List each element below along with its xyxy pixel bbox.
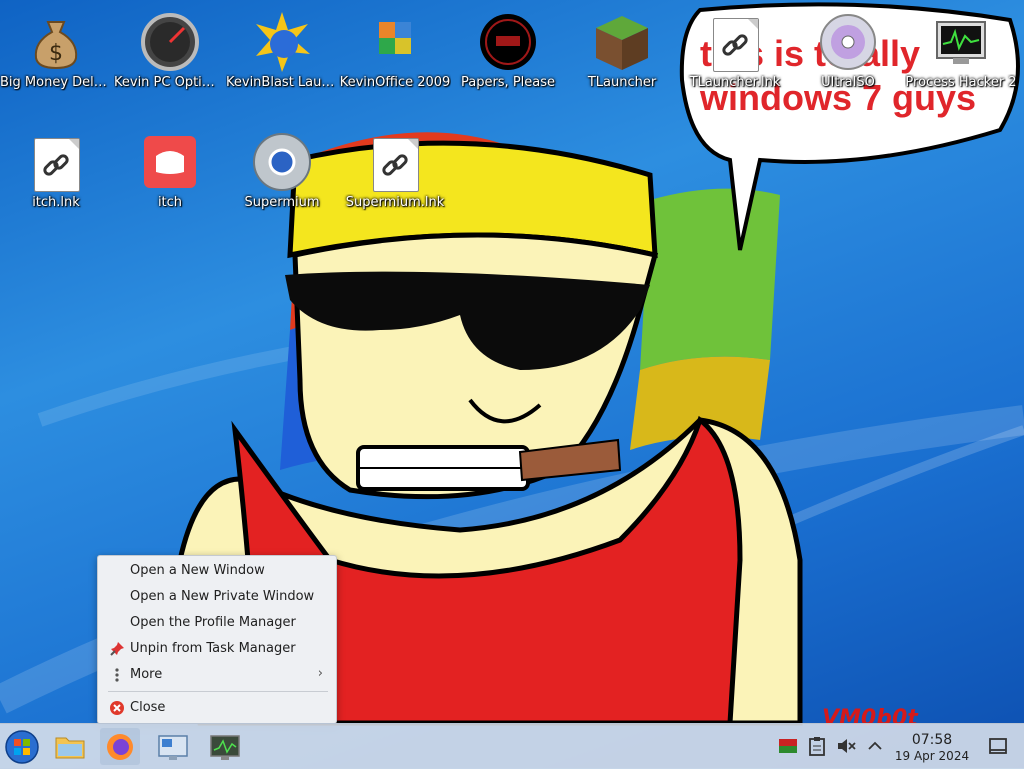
system-monitor-icon (210, 735, 240, 760)
desktop-icon-label: Supermium.lnk (345, 195, 445, 210)
menu-item-label: More (130, 667, 163, 682)
taskbar-file-manager[interactable] (50, 728, 90, 765)
desktop-icon-label: UltraISO (821, 75, 875, 90)
taskbar-firefox[interactable] (100, 728, 140, 765)
desktop-icon-kevin-pc-optimizer[interactable]: Kevin PC Optimizer Ho… (114, 6, 226, 106)
clock-date[interactable]: 19 Apr 2024 (890, 749, 974, 763)
desktop-icon-label: Big Money Deluxe (0, 75, 112, 90)
desktop-icon-kevinoffice-2009[interactable]: KevinOffice 2009 (339, 6, 451, 106)
close-icon (109, 700, 125, 716)
itch-controller-icon (140, 132, 200, 192)
money-bag-icon: $ (26, 12, 86, 72)
menu-item-label: Open a New Private Window (130, 589, 315, 604)
taskbar-system-settings[interactable] (153, 728, 193, 765)
office-logo-icon (365, 12, 425, 72)
taskbar-context-menu: Open a New Window Open a New Private Win… (97, 555, 337, 724)
desktop-icon-label: Kevin PC Optimizer Ho… (114, 75, 226, 90)
desktop-icon-big-money-deluxe[interactable]: $ Big Money Deluxe (0, 6, 112, 106)
desktop-icon-papers-please[interactable]: Papers, Please (452, 6, 564, 106)
chevron-right-icon: › (317, 666, 323, 681)
desktop-icon-itch-lnk[interactable]: itch.lnk (0, 126, 112, 226)
papers-please-seal-icon (478, 12, 538, 72)
shortcut-link-icon (705, 12, 765, 72)
menu-item-label: Close (130, 700, 166, 715)
desktop-icon-supermium-lnk[interactable]: Supermium.lnk (339, 126, 451, 226)
menu-item-close[interactable]: Close (101, 696, 333, 720)
desktop-icon-label: itch.lnk (32, 195, 80, 210)
desktop-icon-supermium[interactable]: Supermium (226, 126, 338, 226)
unpin-icon (109, 641, 125, 657)
windows-orb-icon (5, 730, 39, 764)
shortcut-link-icon (365, 132, 425, 192)
menu-separator (108, 691, 328, 692)
desktop-icon-itch[interactable]: itch (114, 126, 226, 226)
menu-item-more[interactable]: More › (101, 663, 333, 687)
menu-item-label: Open the Profile Manager (130, 615, 296, 630)
menu-item-open-new-private-window[interactable]: Open a New Private Window (101, 585, 333, 609)
speedometer-icon (140, 12, 200, 72)
desktop-icon-label: KevinOffice 2009 (339, 75, 451, 90)
svg-text:$: $ (49, 41, 63, 66)
desktop-icon-label: Papers, Please (460, 75, 556, 90)
menu-item-unpin-from-task-manager[interactable]: Unpin from Task Manager (101, 637, 333, 661)
settings-monitor-icon (158, 735, 188, 760)
clipboard-icon[interactable] (808, 736, 826, 756)
monitor-graph-icon (931, 12, 991, 72)
desktop-icon-process-hacker[interactable]: Process Hacker 2 (905, 6, 1017, 106)
desktop-icon-label: Process Hacker 2 (905, 75, 1017, 90)
desktop-icon-label: itch (157, 195, 183, 210)
grass-block-icon (592, 12, 652, 72)
desktop-icon-label: TLauncher (587, 75, 657, 90)
flag-icon[interactable] (778, 736, 798, 756)
menu-item-label: Open a New Window (130, 563, 265, 578)
menu-item-open-new-window[interactable]: Open a New Window (101, 559, 333, 583)
sun-globe-icon (252, 12, 312, 72)
desktop-icon-tlauncher-lnk[interactable]: TLauncher.lnk (679, 6, 791, 106)
chevron-up-icon[interactable] (866, 736, 884, 756)
desktop-icon-label: KevinBlast Launcher (226, 75, 338, 90)
start-button[interactable] (2, 728, 42, 765)
chrome-style-browser-icon (252, 132, 312, 192)
desktop-icon-label: TLauncher.lnk (689, 75, 781, 90)
menu-item-open-profile-manager[interactable]: Open the Profile Manager (101, 611, 333, 635)
taskbar-system-monitor[interactable] (205, 728, 245, 765)
disc-icon (818, 12, 878, 72)
firefox-icon (107, 734, 133, 760)
folder-icon (55, 737, 85, 759)
desktop-icon-label: Supermium (244, 195, 320, 210)
desktop-icon-kevinblast-launcher[interactable]: KevinBlast Launcher (226, 6, 338, 106)
taskbar: 07:58 19 Apr 2024 (0, 723, 1024, 769)
shortcut-link-icon (26, 132, 86, 192)
desktop-icon-ultraiso[interactable]: UltraISO (792, 6, 904, 106)
volume-muted-icon[interactable] (836, 736, 856, 756)
more-vertical-icon (109, 667, 125, 683)
clock-time[interactable]: 07:58 (896, 732, 968, 748)
menu-item-label: Unpin from Task Manager (130, 641, 296, 656)
desktop-icon-tlauncher[interactable]: TLauncher (566, 6, 678, 106)
show-desktop-button[interactable] (988, 736, 1008, 756)
